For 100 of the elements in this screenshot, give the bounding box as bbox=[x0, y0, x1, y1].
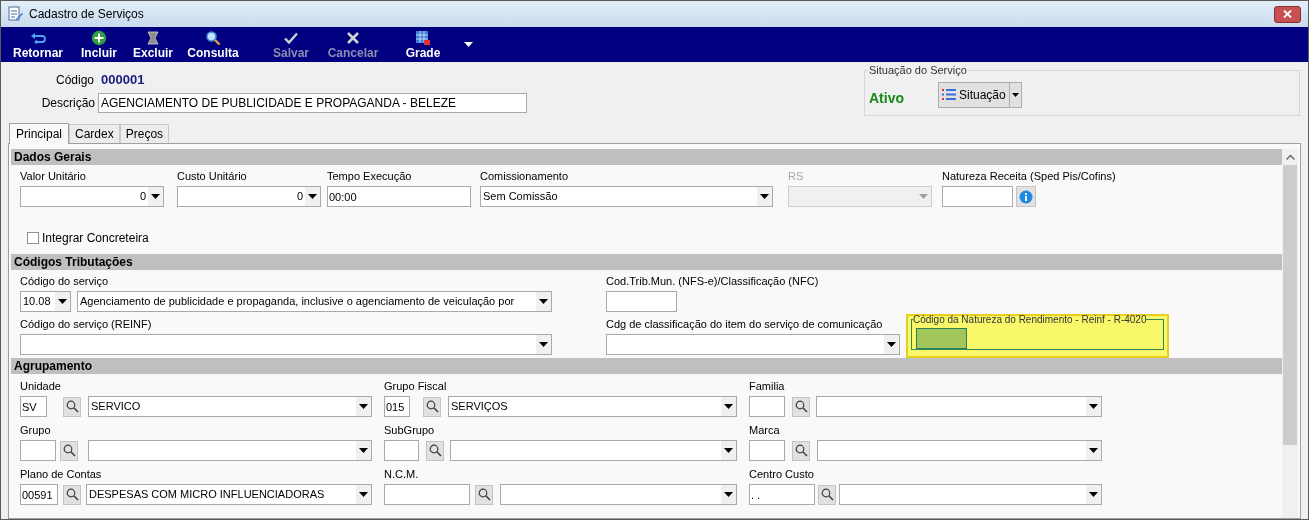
search-icon bbox=[65, 400, 79, 413]
scrollbar-thumb[interactable] bbox=[1283, 165, 1297, 445]
grid-icon bbox=[415, 30, 431, 46]
search-button[interactable] bbox=[60, 440, 78, 461]
caret-icon bbox=[919, 194, 928, 199]
section-header: Códigos Tributações bbox=[11, 254, 1282, 270]
dropdown[interactable]: 0 bbox=[20, 186, 164, 207]
search-button[interactable] bbox=[792, 440, 810, 461]
caret-icon bbox=[359, 448, 368, 453]
dropdown[interactable] bbox=[450, 440, 737, 461]
caret-icon bbox=[724, 448, 733, 453]
text-field[interactable]: SV bbox=[20, 396, 47, 417]
caret-icon bbox=[463, 41, 473, 47]
field-label: Custo Unitário bbox=[177, 169, 248, 184]
dropdown[interactable] bbox=[500, 484, 737, 505]
return-arrows-icon bbox=[30, 30, 46, 46]
dropdown[interactable] bbox=[20, 334, 552, 355]
toolbar-menu-button[interactable] bbox=[462, 40, 474, 48]
toolbar-button[interactable]: Excluir bbox=[130, 27, 176, 60]
dropdown[interactable] bbox=[817, 440, 1102, 461]
text-field[interactable]: AGENCIAMENTO DE PUBLICIDADE E PROPAGANDA - BELEZE bbox=[98, 93, 527, 113]
text-field[interactable] bbox=[749, 396, 785, 417]
text-field[interactable]: . . bbox=[749, 484, 815, 505]
field-label: Grupo bbox=[20, 423, 52, 438]
hourglass-icon bbox=[145, 30, 161, 46]
dropdown[interactable]: Agenciamento de publicidade e propaganda, inclusive o agenciamento de veiculação por bbox=[77, 291, 552, 312]
tab[interactable]: Preços bbox=[119, 124, 170, 143]
search-icon bbox=[794, 444, 808, 457]
text-field[interactable]: 00591 bbox=[20, 484, 58, 505]
status-split-button[interactable]: Situação bbox=[938, 81, 1022, 108]
field-label: RS bbox=[788, 169, 805, 184]
close-icon bbox=[1283, 10, 1292, 18]
field-label: SubGrupo bbox=[384, 423, 436, 438]
toolbar-button[interactable]: Incluir bbox=[76, 27, 122, 60]
text-field[interactable] bbox=[916, 328, 967, 349]
search-button[interactable] bbox=[426, 440, 444, 461]
dropdown[interactable]: 0 bbox=[177, 186, 321, 207]
text-field[interactable] bbox=[749, 440, 785, 461]
search-button[interactable] bbox=[818, 484, 836, 505]
field-label: Cod.Trib.Mun. (NFS-e)/Classificação (NFC) bbox=[606, 274, 820, 289]
text-field[interactable] bbox=[384, 440, 419, 461]
dropdown[interactable]: Sem Comissão bbox=[480, 186, 773, 207]
group-title: Código da Natureza do Rendimento - Reinf - R-4020 bbox=[913, 313, 1147, 327]
dropdown[interactable] bbox=[606, 334, 900, 355]
search-button[interactable] bbox=[63, 396, 81, 417]
close-button[interactable] bbox=[1274, 5, 1301, 23]
caret-icon bbox=[539, 299, 548, 304]
plus-icon bbox=[91, 30, 107, 46]
field-label: Grupo Fiscal bbox=[384, 379, 448, 394]
scroll-up-icon bbox=[1285, 154, 1295, 160]
caret-icon bbox=[58, 299, 67, 304]
text-field[interactable] bbox=[20, 440, 56, 461]
caret-icon bbox=[151, 194, 160, 199]
toolbar-button[interactable]: Grade bbox=[400, 27, 446, 60]
section-header: Agrupamento bbox=[11, 358, 1282, 374]
caret-icon bbox=[760, 194, 769, 199]
window-icon bbox=[7, 6, 23, 22]
search-button[interactable] bbox=[423, 396, 441, 417]
field-label: Marca bbox=[749, 423, 781, 438]
field-label: Natureza Receita (Sped Pis/Cofins) bbox=[942, 169, 1117, 184]
status-text: Ativo bbox=[869, 89, 904, 109]
caret-icon bbox=[724, 404, 733, 409]
search-button[interactable] bbox=[792, 396, 810, 417]
checkbox[interactable] bbox=[27, 232, 39, 244]
dropdown[interactable]: SERVICO bbox=[88, 396, 372, 417]
toolbar-button[interactable]: Retornar bbox=[9, 27, 67, 60]
dropdown[interactable]: DESPESAS COM MICRO INFLUENCIADORAS bbox=[86, 484, 372, 505]
field-label: Cdg de classificação do item do serviço de comunicação bbox=[606, 317, 884, 332]
caret-icon bbox=[539, 342, 548, 347]
text-field[interactable] bbox=[942, 186, 1013, 207]
search-button[interactable] bbox=[63, 484, 81, 505]
field-label: Plano de Contas bbox=[20, 467, 103, 482]
info-button[interactable] bbox=[1016, 186, 1036, 207]
caret-icon bbox=[1089, 492, 1098, 497]
checkmark-icon bbox=[283, 30, 299, 46]
search-icon bbox=[62, 444, 76, 457]
dropdown[interactable] bbox=[88, 440, 372, 461]
dropdown[interactable]: 10.08 bbox=[20, 291, 71, 312]
checkbox-label: Integrar Concreteira bbox=[42, 230, 149, 247]
field-label: Descrição bbox=[40, 95, 95, 112]
caret-icon bbox=[359, 492, 368, 497]
text-field[interactable]: 00:00 bbox=[327, 186, 471, 207]
field-label: Código bbox=[54, 72, 94, 89]
caret-icon bbox=[1089, 448, 1098, 453]
toolbar-button[interactable]: Consulta bbox=[185, 27, 241, 60]
group-title: Situação do Serviço bbox=[868, 63, 968, 78]
tab[interactable]: Cardex bbox=[69, 124, 120, 143]
field-label: Centro Custo bbox=[749, 467, 815, 482]
dropdown[interactable] bbox=[816, 396, 1102, 417]
text-field[interactable] bbox=[606, 291, 677, 312]
caret-icon bbox=[724, 492, 733, 497]
field-label: Valor Unitário bbox=[20, 169, 87, 184]
tab[interactable]: Principal bbox=[9, 123, 70, 144]
text-field[interactable]: 015 bbox=[384, 396, 410, 417]
dropdown[interactable]: SERVIÇOS bbox=[448, 396, 737, 417]
search-icon bbox=[820, 488, 834, 501]
text-field[interactable] bbox=[384, 484, 470, 505]
field-label: Familia bbox=[749, 379, 786, 394]
search-button[interactable] bbox=[475, 484, 493, 505]
caret-icon bbox=[308, 194, 317, 199]
